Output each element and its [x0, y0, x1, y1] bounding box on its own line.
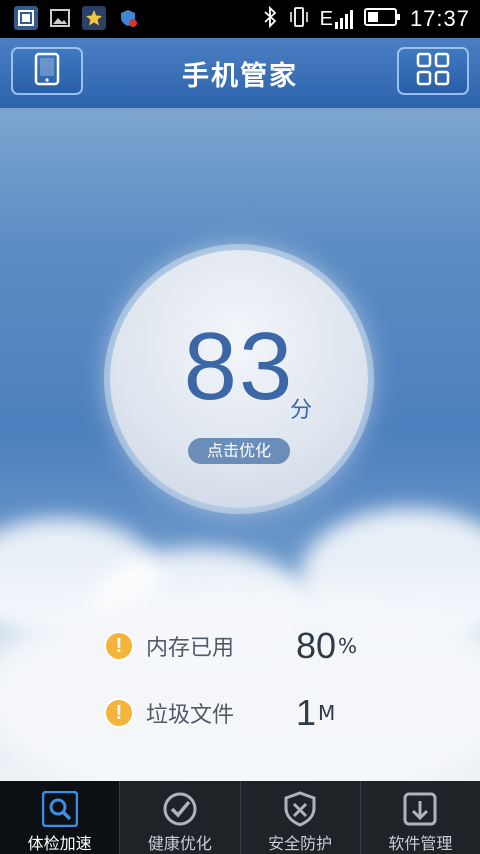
network-type: E	[319, 8, 333, 30]
tab-apps[interactable]: 软件管理	[359, 781, 480, 854]
memory-stat-row: ! 内存已用 80 %	[104, 625, 357, 667]
memory-unit: %	[338, 634, 358, 658]
security-shield-icon	[116, 6, 140, 30]
signal-icon: E	[320, 8, 354, 30]
magnifier-icon	[41, 791, 78, 827]
check-circle-icon	[162, 791, 198, 827]
memory-value: 80	[296, 625, 337, 666]
star-icon	[82, 6, 106, 30]
tab-security[interactable]: 安全防护	[239, 781, 360, 854]
junk-value: 1	[296, 692, 317, 733]
health-score-circle[interactable]: 83 分 点击优化	[110, 250, 368, 508]
junk-label: 垃圾文件	[146, 703, 235, 728]
bluetooth-icon	[262, 5, 278, 32]
tab-label: 软件管理	[388, 834, 453, 853]
status-bar: E 17:37	[0, 0, 480, 38]
tab-label: 健康优化	[147, 834, 212, 853]
tab-optimize[interactable]: 健康优化	[119, 781, 239, 854]
notification-icons	[14, 6, 140, 30]
cloud-decoration	[0, 588, 480, 781]
tab-checkup[interactable]: 体检加速	[0, 781, 120, 854]
memory-label: 内存已用	[146, 636, 235, 661]
film-icon	[14, 6, 38, 30]
title-bar: 手机管家	[0, 38, 480, 109]
tab-label: 安全防护	[268, 834, 333, 853]
warning-icon: !	[104, 631, 134, 661]
optimize-button[interactable]: 点击优化	[188, 438, 290, 464]
health-score-unit: 分	[290, 398, 313, 423]
grid-icon	[416, 52, 450, 90]
bottom-tab-bar: 体检加速 健康优化 安全防护 软件管理	[0, 781, 480, 854]
app-manager-icon	[402, 791, 438, 827]
junk-unit: M	[318, 701, 336, 725]
shield-icon	[282, 791, 318, 827]
image-icon	[48, 6, 72, 30]
warning-icon: !	[104, 698, 134, 728]
health-score-value: 83	[183, 313, 295, 420]
battery-icon	[363, 7, 400, 31]
menu-grid-button[interactable]	[397, 47, 469, 95]
main-panel: 83 分 点击优化 ! 内存已用 80 % ! 垃圾文件 1 M	[0, 108, 480, 781]
clock: 17:37	[409, 6, 470, 31]
vibrate-icon	[288, 6, 310, 32]
system-icons: E 17:37	[262, 4, 470, 34]
tab-label: 体检加速	[27, 834, 92, 853]
junk-stat-row: ! 垃圾文件 1 M	[104, 692, 335, 734]
